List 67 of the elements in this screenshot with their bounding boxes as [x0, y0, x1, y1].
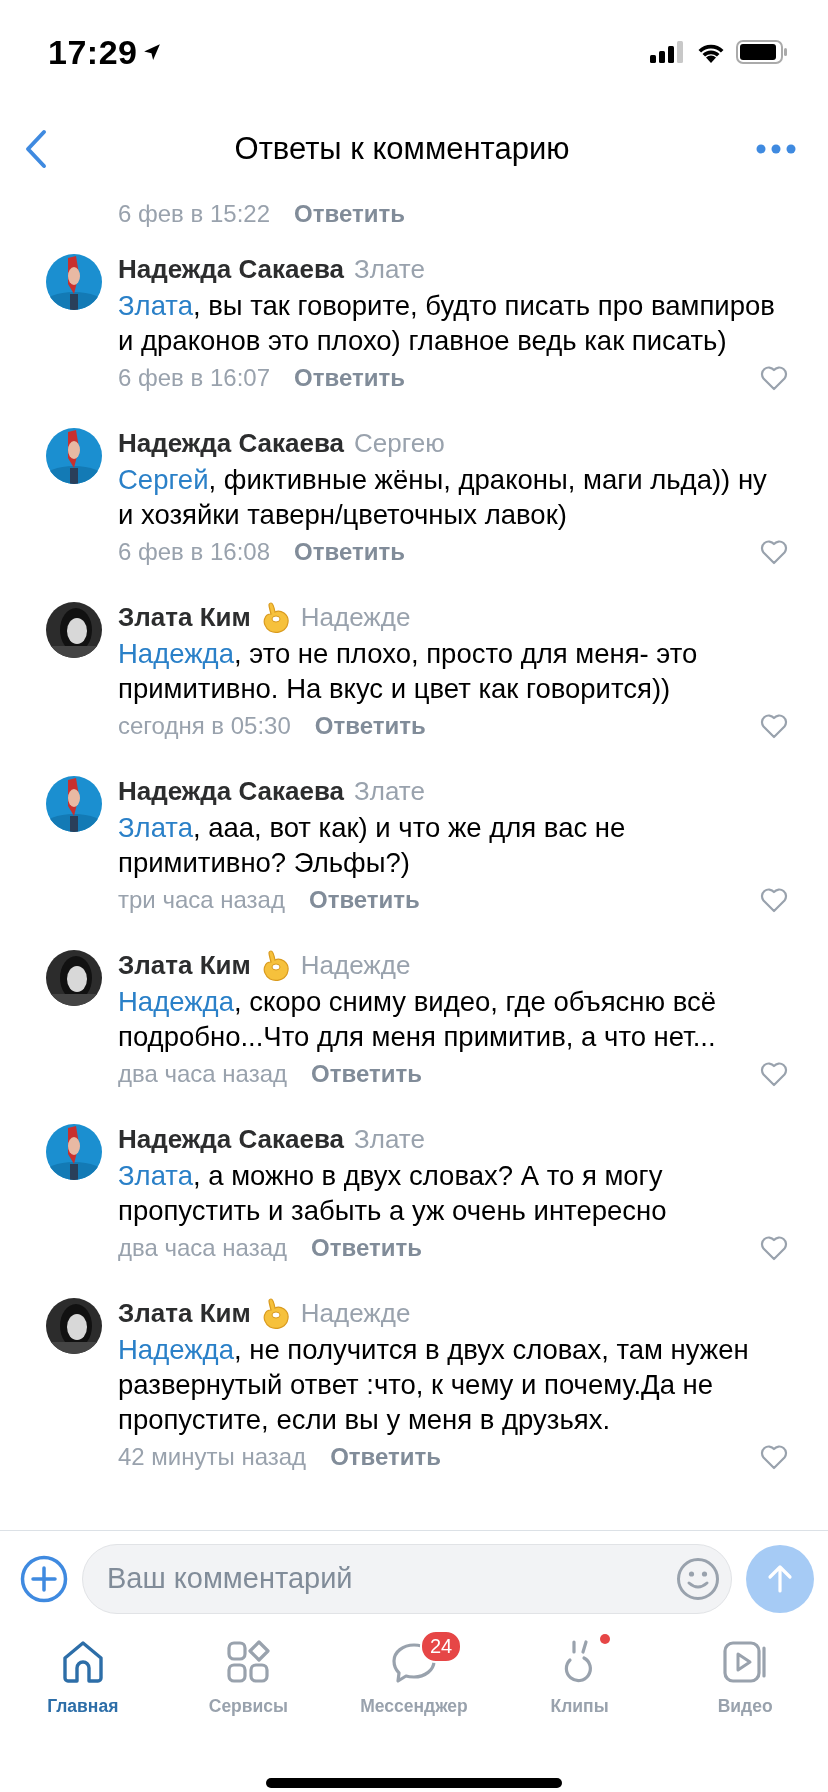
mention-link[interactable]: Злата: [118, 812, 193, 843]
mention-link[interactable]: Надежда: [118, 986, 234, 1017]
signal-icon: [650, 41, 686, 63]
comment-time: два часа назад: [118, 1060, 288, 1088]
reply-link[interactable]: Ответить: [311, 1234, 422, 1262]
reply-link[interactable]: Ответить: [294, 538, 405, 566]
reply-link[interactable]: Ответить: [311, 1060, 422, 1088]
mention-link[interactable]: Злата: [118, 290, 193, 321]
battery-icon: [736, 40, 788, 64]
addressee-name: Надежде: [300, 601, 411, 633]
addressee-name: Сергею: [354, 427, 445, 459]
mention-link[interactable]: Надежда: [118, 1334, 234, 1365]
heart-icon[interactable]: [760, 1061, 788, 1087]
reply-link[interactable]: Ответить: [330, 1443, 442, 1471]
mention-link[interactable]: Сергей: [118, 464, 209, 495]
comment-text: Надежда, не получится в двух словах, там нужен развернутый ответ :что, к чему и почему.Да не пропустите, если вы у меня в друзьях.: [118, 1333, 750, 1437]
addressee-name: Надежде: [300, 1297, 411, 1329]
heart-icon[interactable]: [760, 713, 788, 739]
comment-time: 6 фев в 16:08: [118, 538, 270, 566]
comment-input-field[interactable]: Ваш комментарий: [82, 1543, 732, 1614]
back-icon[interactable]: [24, 129, 48, 169]
comment-time: два часа назад: [118, 1234, 288, 1262]
addressee-name: Злате: [354, 1123, 425, 1155]
smiley-icon[interactable]: [676, 1556, 720, 1601]
comment-text: Злата, вы так говорите, будто писать про вампиров и драконов это плохо) главное ведь как писать): [118, 289, 776, 358]
author-name[interactable]: Надежда Сакаева: [118, 253, 345, 285]
heart-icon[interactable]: [760, 1235, 788, 1261]
heart-icon[interactable]: [760, 539, 788, 565]
author-name[interactable]: Надежда Сакаева: [118, 1123, 345, 1155]
services-icon: [224, 1638, 273, 1686]
tab[interactable]: Видео: [662, 1634, 828, 1746]
comment-time: три часа назад: [118, 886, 285, 914]
comment-text: Сергей, фиктивные жёны, драконы, маги льда)) ну и хозяйки таверн/цветочных лавок): [118, 463, 768, 532]
comment-text: Злата, ааа, вот как) и что же для вас не примитивно? Эльфы?): [118, 811, 627, 880]
author-name[interactable]: Злата Ким: [118, 1297, 251, 1329]
reply-link[interactable]: Ответить: [314, 712, 426, 740]
comment-text: Надежда, это не плохо, просто для меня- это примитивно. На вкус и цвет как говорится)): [118, 637, 699, 706]
comment-text: Злата, а можно в двух словах? А то я могу пропустить и забыть а уж очень интересно: [118, 1159, 668, 1228]
add-icon[interactable]: [20, 1554, 68, 1603]
screen-title: Ответы к комментарию: [234, 131, 570, 167]
unread-count-badge: 24: [420, 1630, 463, 1663]
heart-icon[interactable]: [760, 1444, 788, 1470]
tab[interactable]: Сервисы: [165, 1634, 332, 1746]
comment-time: сегодня в 05:30: [118, 712, 291, 740]
comment-time: 42 минуты назад: [118, 1443, 307, 1471]
heart-icon[interactable]: [760, 887, 788, 913]
comment-text: Надежда, скоро сниму видео, где объясню всё подробно...Что для меня примитив, а что нет...: [118, 985, 718, 1054]
addressee-name: Надежде: [300, 949, 411, 981]
addressee-name: Злате: [354, 253, 425, 285]
author-name[interactable]: Злата Ким: [118, 949, 251, 981]
comment-time: 6 фев в 15:22: [118, 200, 270, 228]
tab[interactable]: Клипы: [496, 1634, 663, 1746]
reply-link[interactable]: Ответить: [294, 364, 405, 392]
location-arrow-icon: [143, 43, 162, 61]
heart-icon[interactable]: [760, 365, 788, 391]
comment-time: 6 фев в 16:07: [118, 364, 270, 392]
addressee-name: Злате: [354, 775, 425, 807]
mention-link[interactable]: Злата: [118, 1160, 193, 1191]
reply-link[interactable]: Ответить: [308, 886, 420, 914]
more-icon[interactable]: [756, 144, 796, 154]
status-time: 17:29: [48, 32, 138, 72]
mention-link[interactable]: Надежда: [118, 638, 234, 669]
tab[interactable]: Главная: [0, 1634, 166, 1746]
author-name[interactable]: Надежда Сакаева: [118, 427, 345, 459]
author-name[interactable]: Злата Ким: [118, 601, 251, 633]
reply-link[interactable]: Ответить: [294, 200, 405, 228]
author-name[interactable]: Надежда Сакаева: [118, 775, 345, 807]
